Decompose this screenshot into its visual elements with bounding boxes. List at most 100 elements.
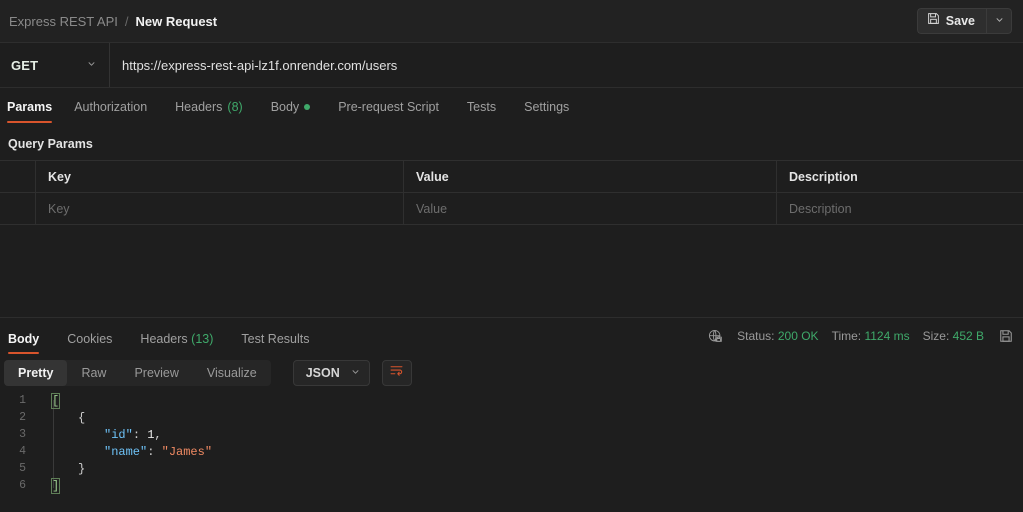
code-line-text: { (40, 411, 85, 425)
code-token: : (147, 444, 162, 459)
save-button[interactable]: Save (916, 8, 986, 34)
code-token: , (154, 427, 162, 442)
request-tab-label: Headers (175, 100, 223, 114)
size-badge: Size: 452 B (923, 329, 984, 343)
query-params-table: Key Value Description Key Value Descript… (0, 160, 1023, 225)
status-label: Status: (737, 329, 775, 343)
floppy-disk-icon (927, 12, 940, 30)
save-button-label: Save (945, 14, 975, 28)
response-format-label: JSON (305, 366, 340, 380)
response-tab-row: Body Cookies Headers (13) Test Results Stat… (0, 318, 1023, 354)
response-tab-label: Test Results (241, 332, 310, 346)
globe-lock-icon[interactable] (706, 329, 724, 344)
select-all-cell[interactable] (0, 161, 36, 192)
response-tab-cookies[interactable]: Cookies (67, 332, 112, 354)
top-bar: Express REST API / New Request Save (0, 0, 1023, 43)
code-line-number: 6 (19, 479, 26, 492)
column-header-key: Key (36, 161, 404, 192)
response-tab-label: Body (8, 332, 40, 346)
save-response-button[interactable] (997, 329, 1015, 343)
code-line-number: 1 (19, 394, 26, 407)
postman-window: Express REST API / New Request Save GET … (0, 0, 1023, 512)
time-label: Time: (831, 329, 862, 343)
chevron-down-icon (350, 366, 361, 380)
code-token: "James" (161, 444, 213, 459)
response-tabs: Body Cookies Headers (13) Test Results (0, 318, 323, 354)
request-tab-count: (8) (227, 100, 243, 114)
size-label: Size: (922, 329, 950, 343)
response-tab-test-results[interactable]: Test Results (241, 332, 309, 354)
response-view-mode-visualize[interactable]: Visualize (193, 360, 271, 386)
param-key-input[interactable]: Key (36, 193, 404, 224)
status-badge: Status: 200 OK (737, 329, 818, 343)
query-params-title: Query Params (8, 137, 93, 151)
response-view-mode-group: Pretty Raw Preview Visualize (4, 360, 271, 386)
response-viewer-toolbar: Pretty Raw Preview Visualize JSON (0, 354, 1023, 392)
wrap-lines-button[interactable] (381, 360, 412, 386)
response-format-selector[interactable]: JSON (292, 360, 370, 386)
request-tab-headers[interactable]: Headers (8) (175, 100, 257, 123)
column-header-value: Value (404, 161, 777, 192)
breadcrumb-collection[interactable]: Express REST API (9, 14, 118, 29)
code-token: { (78, 410, 86, 425)
request-tab-settings[interactable]: Settings (524, 100, 583, 123)
code-token: } (78, 461, 86, 476)
request-tab-label: Tests (466, 100, 497, 114)
code-token: "name" (104, 444, 148, 459)
chevron-down-icon (994, 12, 1005, 30)
code-token: "id" (104, 427, 133, 442)
request-tab-label: Authorization (74, 100, 148, 114)
url-input[interactable]: https://express-rest-api-lz1f.onrender.c… (110, 43, 1023, 87)
url-bar: GET https://express-rest-api-lz1f.onrend… (0, 43, 1023, 88)
code-line: 5} (0, 460, 1023, 477)
response-tab-body[interactable]: Body (8, 332, 40, 354)
response-pane: Body Cookies Headers (13) Test Results Stat… (0, 317, 1023, 512)
chevron-down-icon (86, 56, 97, 74)
code-token: : (132, 427, 148, 442)
code-token: ] (50, 477, 61, 494)
code-line-number: 4 (19, 445, 26, 458)
request-tab-params[interactable]: Params (7, 100, 60, 123)
response-view-mode-raw[interactable]: Raw (67, 360, 120, 386)
size-value: 452 B (952, 329, 984, 343)
response-tab-count: (13) (191, 332, 214, 346)
row-checkbox-cell[interactable] (0, 193, 36, 224)
request-tab-label: Pre-request Script (338, 100, 439, 114)
save-button-group: Save (916, 8, 1012, 34)
param-value-input[interactable]: Value (404, 193, 777, 224)
body-modified-dot-icon (304, 104, 311, 110)
request-pane-filler (0, 225, 1023, 317)
param-description-input[interactable]: Description (777, 193, 1023, 224)
response-tab-headers[interactable]: Headers (13) (140, 332, 213, 354)
code-line-text: } (40, 462, 85, 476)
response-view-mode-preview[interactable]: Preview (120, 360, 192, 386)
code-line-number: 5 (19, 462, 26, 475)
code-line-text: ] (40, 477, 61, 494)
breadcrumb-separator: / (124, 13, 129, 29)
response-meta: Status: 200 OK Time: 1124 ms Size: 452 B (706, 329, 1023, 344)
request-tab-label: Settings (524, 100, 570, 114)
response-body-code[interactable]: 1[2{3 "id": 1, 4 "name": "James" 5} 6] (0, 392, 1023, 512)
code-line: 6] (0, 477, 1023, 494)
request-tab-tests[interactable]: Tests (467, 100, 510, 123)
request-tab-pre-request-script[interactable]: Pre-request Script (338, 100, 453, 123)
code-line-text: "name": "James" (40, 445, 212, 459)
code-line-text: "id": 1, (40, 428, 162, 442)
query-params-header-row: Key Value Description (0, 161, 1023, 193)
breadcrumb-request-name[interactable]: New Request (135, 14, 217, 29)
response-view-mode-pretty[interactable]: Pretty (4, 360, 68, 386)
request-tab-label: Body (270, 100, 300, 114)
request-tab-body[interactable]: Body (271, 100, 325, 123)
wrap-lines-icon (389, 363, 404, 383)
code-line: 2{ (0, 409, 1023, 426)
url-input-value: https://express-rest-api-lz1f.onrender.c… (122, 57, 398, 73)
code-line-text: [ (40, 392, 61, 409)
save-options-button[interactable] (986, 8, 1012, 34)
request-tabs: Params Authorization Headers (8) Body Pre-req… (0, 88, 1023, 123)
time-value: 1124 ms (864, 329, 910, 343)
request-tab-label: Params (7, 100, 53, 114)
http-method-selector[interactable]: GET (0, 43, 110, 87)
request-tab-authorization[interactable]: Authorization (74, 100, 161, 123)
time-badge: Time: 1124 ms (832, 329, 910, 343)
code-lines: 1[2{3 "id": 1, 4 "name": "James" 5} 6] (0, 392, 1023, 494)
